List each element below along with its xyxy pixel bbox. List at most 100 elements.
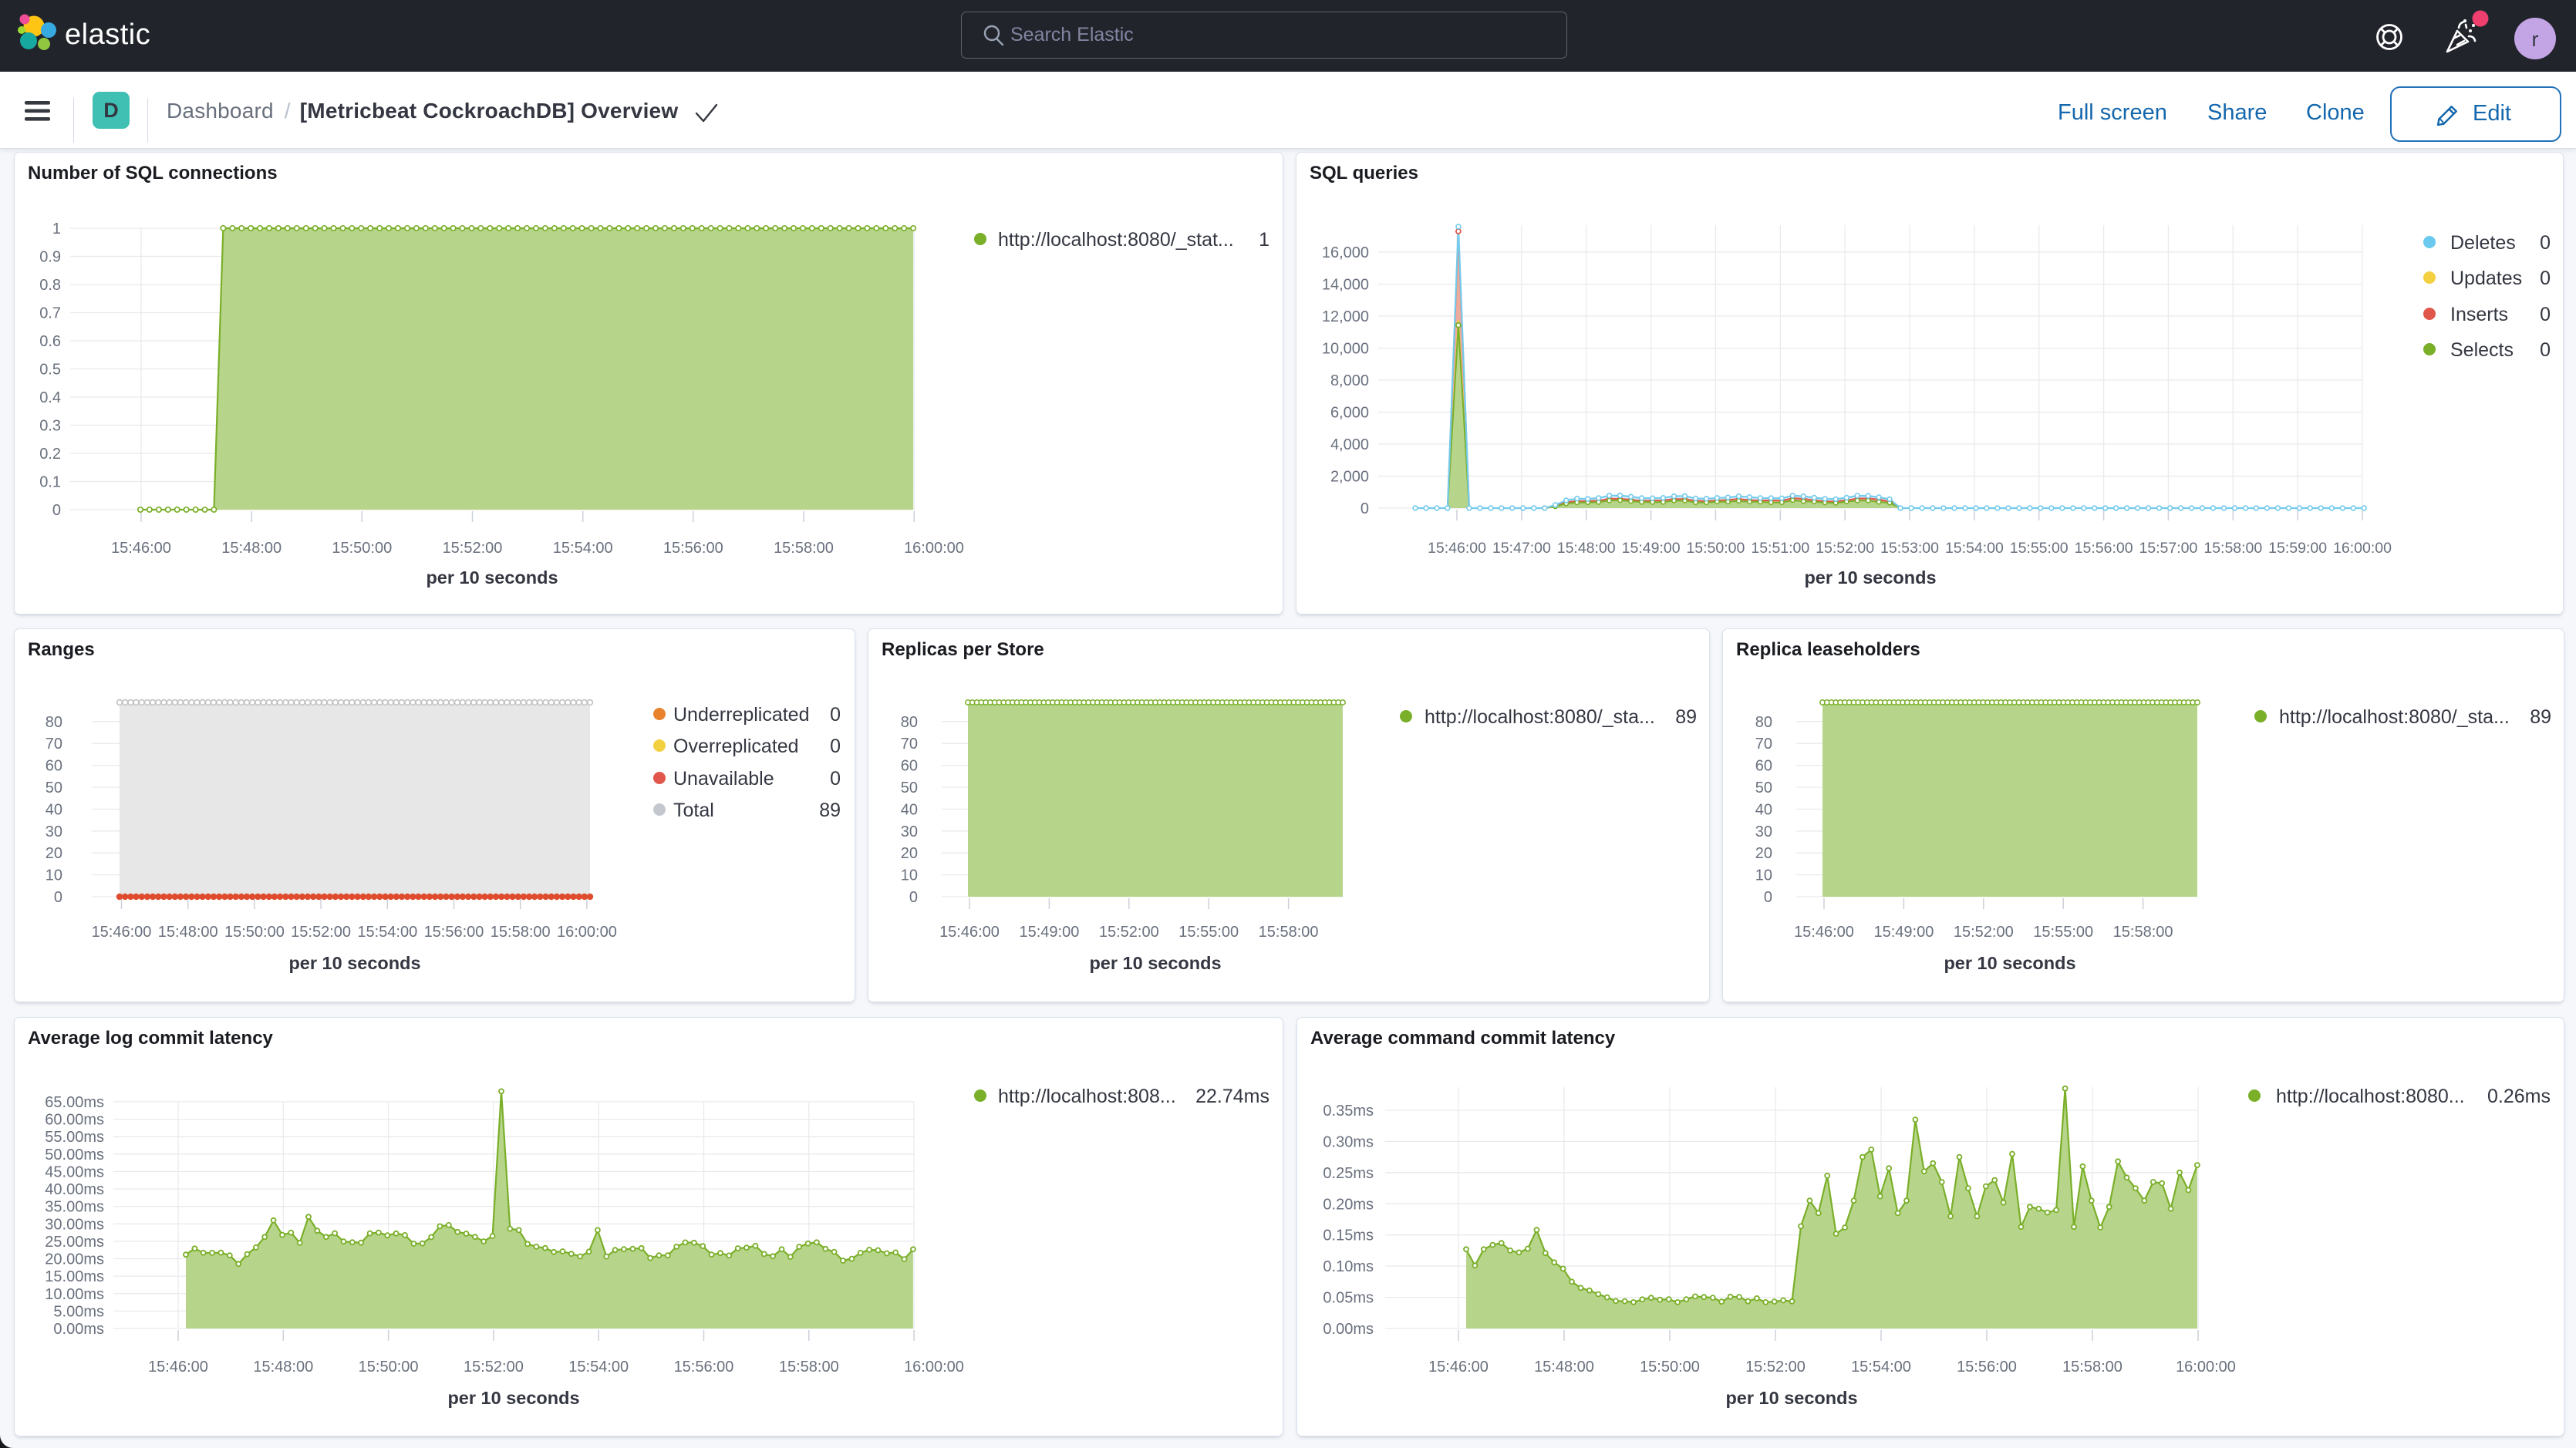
svg-text:per 10 seconds: per 10 seconds [288, 953, 420, 973]
svg-text:0: 0 [2540, 304, 2551, 325]
svg-text:0.8: 0.8 [39, 277, 61, 294]
svg-text:40.00ms: 40.00ms [45, 1181, 104, 1198]
svg-text:30: 30 [46, 823, 62, 840]
svg-text:15:46:00: 15:46:00 [1794, 924, 1854, 941]
svg-text:0: 0 [909, 889, 918, 906]
svg-text:10: 10 [1755, 867, 1772, 884]
svg-text:89: 89 [1675, 706, 1697, 728]
svg-text:80: 80 [1755, 714, 1772, 731]
svg-text:per 10 seconds: per 10 seconds [1089, 953, 1221, 973]
svg-text:80: 80 [901, 714, 918, 731]
svg-text:70: 70 [46, 736, 62, 753]
svg-text:0.5: 0.5 [39, 362, 61, 379]
svg-text:15:58:00: 15:58:00 [2062, 1359, 2123, 1376]
svg-text:15:50:00: 15:50:00 [1686, 540, 1745, 557]
svg-text:2,000: 2,000 [1330, 469, 1369, 486]
svg-text:50: 50 [901, 780, 918, 796]
svg-text:15:46:00: 15:46:00 [92, 924, 152, 941]
svg-text:15:56:00: 15:56:00 [1957, 1359, 2017, 1376]
svg-text:0: 0 [2540, 339, 2551, 361]
svg-text:elastic: elastic [65, 19, 150, 51]
svg-text:15:56:00: 15:56:00 [663, 540, 723, 557]
svg-text:15:58:00: 15:58:00 [491, 924, 551, 941]
svg-text:Selects: Selects [2450, 339, 2514, 361]
svg-text:15:49:00: 15:49:00 [1019, 924, 1079, 941]
svg-text:0.20ms: 0.20ms [1323, 1196, 1374, 1213]
svg-text:20: 20 [901, 845, 918, 862]
svg-text:0: 0 [830, 704, 841, 726]
svg-text:15:48:00: 15:48:00 [158, 924, 218, 941]
svg-text:15:50:00: 15:50:00 [1640, 1359, 1700, 1376]
svg-text:per 10 seconds: per 10 seconds [447, 1388, 579, 1408]
svg-text:15:58:00: 15:58:00 [2203, 540, 2262, 557]
svg-text:70: 70 [1755, 736, 1772, 753]
svg-text:15:55:00: 15:55:00 [2033, 924, 2093, 941]
svg-text:0: 0 [52, 502, 61, 519]
svg-text:10,000: 10,000 [1322, 341, 1369, 358]
svg-text:15:50:00: 15:50:00 [332, 540, 392, 557]
svg-text:0.9: 0.9 [39, 249, 61, 266]
svg-text:15:52:00: 15:52:00 [1816, 540, 1874, 557]
svg-text:per 10 seconds: per 10 seconds [1725, 1388, 1857, 1408]
svg-text:10.00ms: 10.00ms [45, 1286, 104, 1303]
svg-text:40: 40 [901, 801, 918, 818]
svg-text:15:52:00: 15:52:00 [1745, 1359, 1806, 1376]
svg-text:15:54:00: 15:54:00 [568, 1359, 629, 1376]
svg-text:0.25ms: 0.25ms [1323, 1165, 1374, 1182]
svg-text:Unavailable: Unavailable [673, 768, 774, 790]
svg-text:20.00ms: 20.00ms [45, 1251, 104, 1268]
svg-text:50.00ms: 50.00ms [45, 1147, 104, 1163]
svg-text:15:52:00: 15:52:00 [1099, 924, 1159, 941]
svg-text:0: 0 [830, 768, 841, 790]
svg-text:15:52:00: 15:52:00 [291, 924, 351, 941]
svg-text:r: r [2532, 28, 2539, 51]
svg-text:0.00ms: 0.00ms [53, 1321, 104, 1338]
svg-text:0: 0 [2540, 232, 2551, 254]
svg-text:70: 70 [901, 736, 918, 753]
svg-text:55.00ms: 55.00ms [45, 1129, 104, 1146]
svg-text:15:55:00: 15:55:00 [2010, 540, 2069, 557]
svg-text:30: 30 [901, 823, 918, 840]
svg-text:Deletes: Deletes [2450, 232, 2516, 254]
svg-text:15:58:00: 15:58:00 [1259, 924, 1319, 941]
svg-text:6,000: 6,000 [1330, 405, 1369, 422]
svg-text:16:00:00: 16:00:00 [904, 1359, 964, 1376]
svg-text:0.6: 0.6 [39, 333, 61, 350]
svg-text:16,000: 16,000 [1322, 244, 1369, 261]
svg-text:20: 20 [46, 845, 62, 862]
svg-text:15:48:00: 15:48:00 [253, 1359, 313, 1376]
svg-text:15:57:00: 15:57:00 [2139, 540, 2197, 557]
svg-text:0.1: 0.1 [39, 474, 61, 491]
svg-text:0.35ms: 0.35ms [1323, 1103, 1374, 1120]
svg-text:15:51:00: 15:51:00 [1751, 540, 1809, 557]
svg-text:15:52:00: 15:52:00 [1954, 924, 2014, 941]
svg-text:15:52:00: 15:52:00 [464, 1359, 524, 1376]
svg-text:10: 10 [46, 867, 62, 884]
svg-text:15:56:00: 15:56:00 [424, 924, 484, 941]
svg-text:15:54:00: 15:54:00 [553, 540, 613, 557]
svg-text:60: 60 [46, 758, 62, 775]
svg-text:50: 50 [46, 780, 62, 796]
svg-text:15:54:00: 15:54:00 [357, 924, 417, 941]
svg-text:5.00ms: 5.00ms [53, 1303, 104, 1320]
svg-text:Overreplicated: Overreplicated [673, 736, 799, 757]
svg-text:25.00ms: 25.00ms [45, 1234, 104, 1251]
svg-text:15:54:00: 15:54:00 [1945, 540, 2004, 557]
svg-text:http://localhost:8080/_sta...: http://localhost:8080/_sta... [1425, 706, 1655, 728]
svg-text:20: 20 [1755, 845, 1772, 862]
svg-text:0: 0 [54, 889, 62, 906]
svg-text:15:50:00: 15:50:00 [224, 924, 285, 941]
svg-text:0.3: 0.3 [39, 418, 61, 435]
svg-text:0.4: 0.4 [39, 389, 61, 406]
svg-text:Updates: Updates [2450, 268, 2522, 289]
svg-text:15:55:00: 15:55:00 [1178, 924, 1239, 941]
svg-text:0.30ms: 0.30ms [1323, 1133, 1374, 1150]
svg-text:89: 89 [2530, 706, 2551, 728]
svg-text:15:49:00: 15:49:00 [1622, 540, 1681, 557]
svg-text:65.00ms: 65.00ms [45, 1094, 104, 1111]
svg-text:15:48:00: 15:48:00 [221, 540, 282, 557]
svg-text:60: 60 [1755, 758, 1772, 775]
svg-text:0.26ms: 0.26ms [2487, 1086, 2551, 1107]
svg-text:22.74ms: 22.74ms [1195, 1086, 1269, 1107]
svg-text:1: 1 [52, 221, 61, 237]
